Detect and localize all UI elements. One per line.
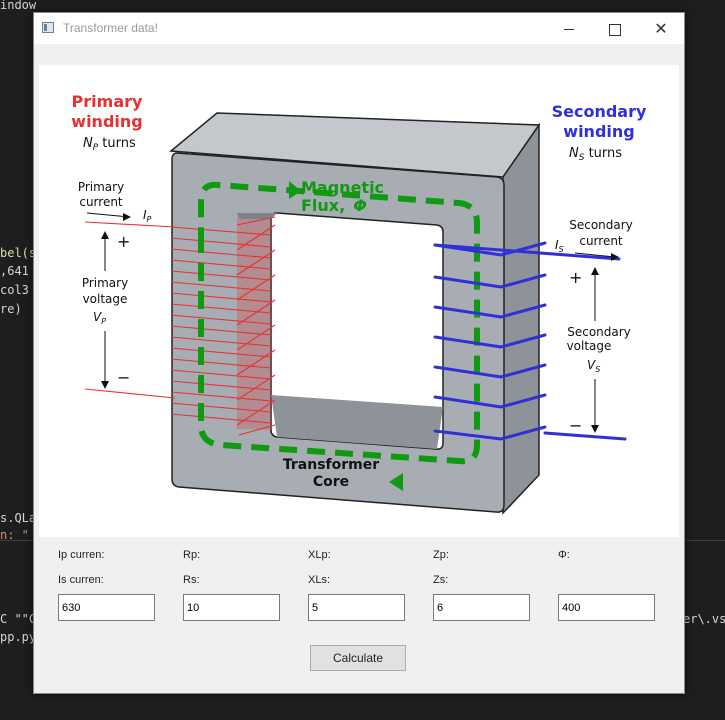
input-field-4[interactable] bbox=[433, 594, 530, 621]
minimize-button[interactable] bbox=[546, 13, 592, 44]
primary-voltage-arrowhead-down bbox=[101, 381, 109, 389]
input-field-3[interactable] bbox=[308, 594, 405, 621]
primary-voltage-line1: Primary bbox=[82, 276, 128, 290]
np-label: NP turns bbox=[83, 136, 136, 153]
zs-label: Zs: bbox=[433, 574, 449, 586]
vs-label: VS bbox=[587, 358, 600, 374]
vp-label: VP bbox=[93, 310, 106, 326]
editor-line: pp.py bbox=[0, 630, 37, 644]
ns-symbol: N bbox=[569, 146, 579, 161]
primary-title-line1: Primary bbox=[72, 92, 143, 111]
flux-phi-symbol: Φ bbox=[353, 196, 367, 215]
is-sub: S bbox=[559, 245, 564, 254]
maximize-icon bbox=[609, 23, 621, 36]
rp-label: Rp: bbox=[183, 549, 201, 561]
flux-label-line2: Flux, Φ bbox=[301, 196, 367, 215]
xlp-label: XLp: bbox=[308, 549, 331, 561]
input-field-1[interactable] bbox=[58, 594, 155, 621]
vs-sub: S bbox=[595, 365, 600, 374]
close-button[interactable]: ✕ bbox=[638, 13, 684, 44]
is-current-label: Is curren: bbox=[58, 574, 104, 586]
secondary-plus: + bbox=[569, 268, 582, 287]
primary-current-line1: Primary bbox=[78, 180, 124, 194]
vp-sub: P bbox=[101, 317, 106, 326]
secondary-minus: − bbox=[569, 416, 582, 435]
editor-line: C ""C bbox=[0, 612, 37, 626]
ip-sub: P bbox=[147, 215, 152, 224]
zp-label: Zp: bbox=[433, 549, 449, 561]
ip-label: IP bbox=[143, 208, 152, 224]
input-field-5[interactable] bbox=[558, 594, 655, 621]
app-window-icon bbox=[42, 22, 54, 33]
secondary-voltage-arrowhead-down bbox=[591, 425, 599, 433]
np-symbol: N bbox=[83, 136, 93, 151]
editor-line: col3 bbox=[0, 283, 29, 297]
ns-turns: turns bbox=[584, 146, 622, 161]
secondary-current-line1: Secondary bbox=[569, 218, 633, 232]
minimize-icon bbox=[564, 29, 574, 30]
xls-label: XLs: bbox=[308, 574, 331, 586]
secondary-voltage-line1: Secondary bbox=[567, 325, 631, 339]
rs-label: Rs: bbox=[183, 574, 200, 586]
ip-current-label: Ip curren: bbox=[58, 549, 105, 561]
flux-label-line1: Magnetic bbox=[301, 178, 384, 197]
editor-line: ,641 bbox=[0, 264, 29, 278]
secondary-voltage-line2: voltage bbox=[567, 339, 612, 353]
title-bar[interactable]: Transformer data! ✕ bbox=[34, 13, 684, 44]
core-label-line2: Core bbox=[313, 474, 349, 490]
editor-line: re) bbox=[0, 302, 22, 316]
ns-label: NS turns bbox=[569, 146, 622, 163]
primary-current-line2: current bbox=[79, 195, 123, 209]
secondary-current-line2: current bbox=[579, 234, 623, 248]
secondary-voltage-arrowhead-up bbox=[591, 267, 599, 275]
secondary-title-line1: Secondary bbox=[552, 102, 647, 121]
primary-plus: + bbox=[117, 232, 130, 251]
close-icon: ✕ bbox=[654, 19, 668, 38]
transformer-window: Transformer data! ✕ Primary winding NP t… bbox=[33, 12, 685, 694]
transformer-diagram-image: Primary winding NP turns Primary current… bbox=[39, 65, 679, 537]
input-field-2[interactable] bbox=[183, 594, 280, 621]
flux-phi-label: Φ: bbox=[558, 549, 570, 561]
primary-current-arrow bbox=[86, 212, 130, 218]
editor-line: indow bbox=[0, 0, 37, 12]
editor-line: s.QLa bbox=[0, 511, 37, 525]
primary-title-line2: winding bbox=[71, 112, 142, 131]
primary-minus: − bbox=[117, 368, 130, 387]
maximize-button[interactable] bbox=[592, 13, 638, 44]
primary-current-arrowhead bbox=[123, 213, 131, 221]
np-turns: turns bbox=[98, 136, 136, 151]
flux-word: Flux, bbox=[301, 196, 345, 215]
primary-voltage-line2: voltage bbox=[83, 292, 128, 306]
calculate-button[interactable]: Calculate bbox=[310, 645, 406, 671]
core-label-line1: Transformer bbox=[283, 457, 379, 473]
core-side-face bbox=[502, 122, 540, 515]
window-title: Transformer data! bbox=[63, 21, 158, 35]
primary-voltage-arrowhead-up bbox=[101, 231, 109, 239]
editor-line: er\.vsc bbox=[683, 612, 725, 626]
is-label: IS bbox=[555, 238, 564, 254]
secondary-title-line2: winding bbox=[563, 122, 634, 141]
editor-line: bel(s bbox=[0, 246, 37, 260]
transformer-diagram: Primary winding NP turns Primary current… bbox=[71, 92, 647, 515]
